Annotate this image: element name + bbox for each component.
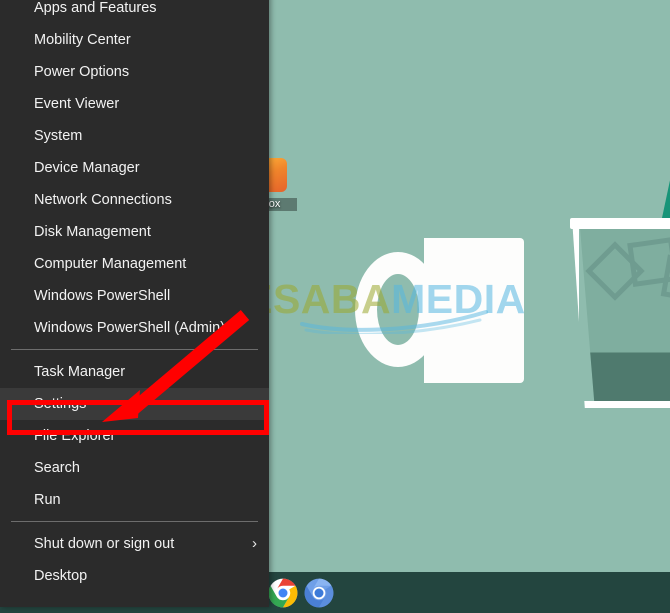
menu-item-power-options[interactable]: Power Options: [0, 56, 269, 88]
menu-item-computer-management[interactable]: Computer Management: [0, 248, 269, 280]
menu-item-shut-down-or-sign-out[interactable]: Shut down or sign out ›: [0, 528, 269, 560]
iced-drink-illustration: [570, 160, 670, 408]
menu-item-device-manager[interactable]: Device Manager: [0, 152, 269, 184]
menu-item-label: Windows PowerShell (Admin): [34, 320, 225, 336]
chromium-taskbar-icon[interactable]: [304, 578, 334, 608]
menu-item-network-connections[interactable]: Network Connections: [0, 184, 269, 216]
chrome-taskbar-icon[interactable]: [268, 578, 298, 608]
menu-group-tools: Task Manager Settings File Explorer Sear…: [0, 356, 269, 516]
menu-item-label: Event Viewer: [34, 96, 120, 112]
chevron-right-icon: ›: [252, 535, 257, 552]
menu-item-search[interactable]: Search: [0, 452, 269, 484]
menu-item-label: Disk Management: [34, 224, 151, 240]
menu-item-label: System: [34, 128, 83, 144]
menu-item-label: Device Manager: [34, 160, 140, 176]
menu-item-settings[interactable]: Settings: [0, 388, 269, 420]
mug-body: [424, 238, 524, 383]
menu-item-label: Run: [34, 492, 61, 508]
menu-item-label: Mobility Center: [34, 32, 131, 48]
menu-item-file-explorer[interactable]: File Explorer: [0, 420, 269, 452]
glass-rim: [570, 218, 670, 229]
menu-item-label: Search: [34, 460, 80, 476]
menu-item-label: Shut down or sign out: [34, 536, 175, 552]
menu-item-label: Apps and Features: [34, 0, 157, 16]
menu-item-label: Task Manager: [34, 364, 126, 380]
menu-item-label: Settings: [34, 396, 87, 412]
menu-group-system: Apps and Features Mobility Center Power …: [0, 0, 269, 344]
menu-separator: [11, 521, 258, 522]
menu-item-label: Computer Management: [34, 256, 187, 272]
menu-item-system[interactable]: System: [0, 120, 269, 152]
menu-item-windows-powershell-admin[interactable]: Windows PowerShell (Admin): [0, 312, 269, 344]
menu-item-apps-and-features[interactable]: Apps and Features: [0, 0, 269, 24]
menu-item-label: Power Options: [34, 64, 130, 80]
menu-item-desktop[interactable]: Desktop: [0, 560, 269, 592]
menu-item-label: File Explorer: [34, 428, 116, 444]
screen: NESABAMEDIA efox Apps and Features Mobil…: [0, 0, 670, 613]
menu-item-label: Desktop: [34, 568, 88, 584]
menu-item-mobility-center[interactable]: Mobility Center: [0, 24, 269, 56]
menu-item-windows-powershell[interactable]: Windows PowerShell: [0, 280, 269, 312]
menu-item-label: Windows PowerShell: [34, 288, 171, 304]
menu-group-session: Shut down or sign out › Desktop: [0, 528, 269, 592]
menu-item-event-viewer[interactable]: Event Viewer: [0, 88, 269, 120]
menu-item-disk-management[interactable]: Disk Management: [0, 216, 269, 248]
menu-item-label: Network Connections: [34, 192, 172, 208]
menu-separator: [11, 349, 258, 350]
menu-item-task-manager[interactable]: Task Manager: [0, 356, 269, 388]
winx-power-user-menu[interactable]: Apps and Features Mobility Center Power …: [0, 0, 269, 607]
glass-outline: [572, 218, 670, 408]
menu-item-run[interactable]: Run: [0, 484, 269, 516]
